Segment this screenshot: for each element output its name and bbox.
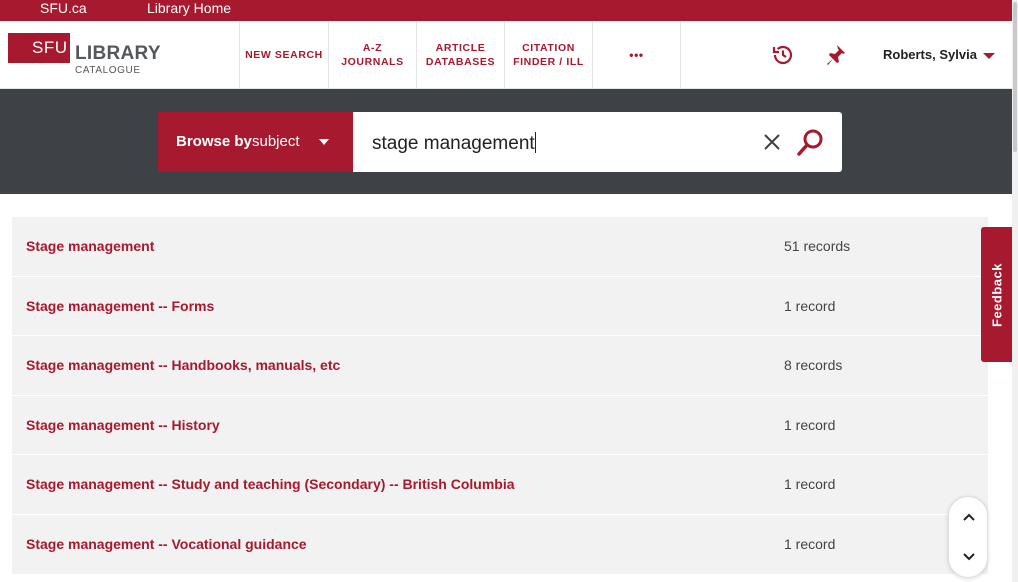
browse-by-label: Browse by bbox=[176, 133, 252, 150]
result-count: 51 records bbox=[784, 238, 851, 254]
result-row: Stage management -- Vocational guidance … bbox=[12, 514, 988, 575]
nav-new-search[interactable]: NEW SEARCH bbox=[239, 21, 328, 89]
result-row: Stage management -- Study and teaching (… bbox=[12, 455, 988, 515]
browse-by-value: subject bbox=[252, 133, 300, 150]
scroll-nav bbox=[948, 496, 988, 578]
nav-az-line2: JOURNALS bbox=[341, 56, 404, 68]
nav-citation-line1: CITATION bbox=[522, 42, 575, 54]
browse-by-dropdown[interactable]: Browse by subject bbox=[158, 112, 353, 172]
search-input[interactable]: stage management bbox=[353, 112, 842, 172]
result-count: 1 record bbox=[784, 297, 836, 314]
logo-library-text: LIBRARY bbox=[75, 43, 161, 64]
result-row: Stage management -- History 1 record bbox=[12, 395, 988, 456]
result-term-link[interactable]: Stage management bbox=[26, 238, 154, 254]
chevron-down-icon[interactable] bbox=[961, 551, 977, 563]
nav-new-search-label: NEW SEARCH bbox=[245, 49, 323, 61]
nav-citation-line2: FINDER / ILL bbox=[513, 56, 584, 68]
logo-catalogue-text: CATALOGUE bbox=[75, 65, 141, 76]
feedback-tab[interactable]: Feedback bbox=[981, 227, 1012, 362]
result-term-link[interactable]: Stage management -- Forms bbox=[26, 298, 214, 314]
caret-down-icon bbox=[319, 139, 329, 145]
chevron-up-icon[interactable] bbox=[961, 511, 977, 523]
nav-az-journals-label: A-Z JOURNALS bbox=[341, 41, 404, 69]
result-count: 1 record bbox=[784, 476, 836, 493]
library-logo[interactable]: SFU LIBRARY CATALOGUE bbox=[8, 33, 161, 79]
feedback-label: Feedback bbox=[989, 262, 1004, 327]
top-bar: SFU.ca Library Home bbox=[0, 0, 1012, 21]
result-term-link[interactable]: Stage management -- History bbox=[26, 417, 220, 433]
search-icon[interactable] bbox=[796, 127, 826, 157]
clear-icon[interactable] bbox=[762, 132, 782, 152]
result-count: 1 record bbox=[784, 535, 836, 552]
search-band: Browse by subject stage management bbox=[0, 89, 1012, 194]
nav-az-journals[interactable]: A-Z JOURNALS bbox=[328, 21, 416, 89]
results-list: Stage management 51 records Stage manage… bbox=[12, 217, 988, 575]
nav-citation-label: CITATION FINDER / ILL bbox=[513, 41, 584, 69]
header: SFU LIBRARY CATALOGUE NEW SEARCH A-Z JOUR… bbox=[0, 21, 1012, 89]
library-home-link[interactable]: Library Home bbox=[147, 0, 231, 16]
sfu-link[interactable]: SFU.ca bbox=[40, 0, 87, 16]
nav-article-line1: ARTICLE bbox=[435, 42, 486, 54]
result-row: Stage management -- Handbooks, manuals, … bbox=[12, 336, 988, 396]
result-term-link[interactable]: Stage management -- Study and teaching (… bbox=[26, 476, 515, 492]
nav-more-button[interactable]: ••• bbox=[592, 21, 681, 89]
nav-article-databases-label: ARTICLE DATABASES bbox=[426, 41, 495, 69]
history-icon[interactable] bbox=[771, 43, 795, 67]
result-row: Stage management -- Forms 1 record bbox=[12, 276, 988, 337]
more-icon: ••• bbox=[629, 48, 644, 62]
page-scrollbar[interactable] bbox=[1012, 0, 1018, 582]
nav-citation-finder[interactable]: CITATION FINDER / ILL bbox=[504, 21, 592, 89]
result-term-link[interactable]: Stage management -- Vocational guidance bbox=[26, 536, 307, 552]
scrollbar-thumb[interactable] bbox=[1013, 2, 1017, 152]
nav-article-line2: DATABASES bbox=[425, 56, 496, 68]
result-count: 8 records bbox=[784, 357, 843, 374]
result-count: 1 record bbox=[784, 416, 836, 433]
pin-icon[interactable] bbox=[823, 43, 847, 67]
result-term-link[interactable]: Stage management -- Handbooks, manuals, … bbox=[26, 357, 340, 373]
chevron-down-icon[interactable] bbox=[983, 53, 995, 59]
result-row: Stage management 51 records bbox=[12, 217, 988, 277]
text-cursor bbox=[534, 132, 536, 153]
nav-article-databases[interactable]: ARTICLE DATABASES bbox=[416, 21, 504, 89]
logo-sfu-mark: SFU bbox=[8, 33, 70, 63]
nav-az-line1: A-Z bbox=[362, 42, 383, 54]
search-query-text: stage management bbox=[372, 133, 535, 154]
search-query[interactable]: stage management bbox=[372, 132, 536, 155]
user-menu[interactable]: Roberts, Sylvia bbox=[883, 47, 977, 62]
